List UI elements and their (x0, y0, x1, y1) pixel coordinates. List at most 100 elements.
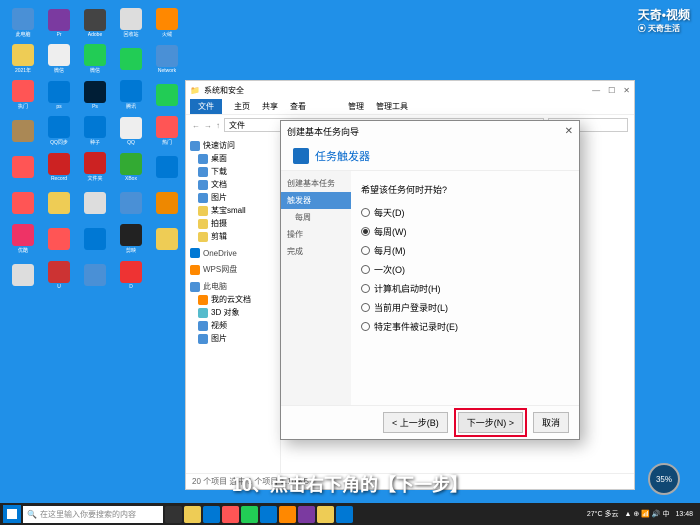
radio-daily[interactable]: 每天(D) (361, 206, 569, 219)
desktop-app-icon[interactable] (41, 185, 77, 221)
tray-icons[interactable]: ▲ ⊕ 📶 🔊 中 (624, 509, 669, 519)
radio-weekly[interactable]: 每周(W) (361, 225, 569, 238)
desktop-app-icon[interactable] (149, 77, 185, 113)
desktop-app-icon[interactable]: 回收站 (113, 5, 149, 41)
desktop-app-icon[interactable]: Record (41, 149, 77, 185)
desktop-app-icon[interactable]: 火绒 (149, 5, 185, 41)
start-button[interactable] (3, 505, 21, 523)
tab-file[interactable]: 文件 (190, 99, 222, 114)
sidebar-onedrive[interactable]: OneDrive (188, 247, 278, 259)
taskbar-app-1[interactable] (165, 506, 182, 523)
sidebar-cloud[interactable]: 我的云文档 (188, 293, 278, 306)
desktop-app-icon[interactable] (5, 113, 41, 149)
step-finish[interactable]: 完成 (281, 243, 351, 260)
step-create-task[interactable]: 创建基本任务 (281, 175, 351, 192)
radio-monthly[interactable]: 每月(M) (361, 244, 569, 257)
sidebar-folder2[interactable]: 拍摄 (188, 217, 278, 230)
taskbar-app-9[interactable] (317, 506, 334, 523)
step-action[interactable]: 操作 (281, 226, 351, 243)
desktop-app-icon[interactable]: 执门 (5, 77, 41, 113)
back-button[interactable]: < 上一步(B) (383, 412, 448, 433)
tab-home[interactable]: 主页 (234, 101, 250, 112)
desktop-app-icon[interactable] (5, 185, 41, 221)
clock[interactable]: 13:48 (675, 511, 693, 518)
desktop-app-icon[interactable]: 文件夹 (77, 149, 113, 185)
taskbar-app-10[interactable] (336, 506, 353, 523)
sidebar-quick-access[interactable]: 快速访问 (188, 139, 278, 152)
sidebar-pictures[interactable]: 图片 (188, 191, 278, 204)
desktop-app-icon[interactable] (5, 149, 41, 185)
nav-forward-icon[interactable]: → (204, 121, 212, 130)
desktop-app-icon[interactable] (5, 257, 41, 293)
desktop-app-icon[interactable] (77, 185, 113, 221)
desktop-app-icon[interactable] (149, 149, 185, 185)
system-tray[interactable]: 27°C 多云 ▲ ⊕ 📶 🔊 中 13:48 (587, 509, 697, 519)
desktop-app-icon[interactable]: 此电脑 (5, 5, 41, 41)
taskbar-app-4[interactable] (222, 506, 239, 523)
sidebar-videos[interactable]: 视频 (188, 319, 278, 332)
maximize-icon[interactable]: ☐ (608, 86, 615, 95)
desktop-app-icon[interactable]: Adobe (77, 5, 113, 41)
weather-widget[interactable]: 27°C 多云 (587, 509, 619, 519)
dialog-close-icon[interactable]: ✕ (565, 126, 573, 137)
desktop-app-icon[interactable]: QQ (113, 113, 149, 149)
desktop-app-icon[interactable]: Ps (77, 77, 113, 113)
desktop-app-icon[interactable]: Pr (41, 5, 77, 41)
radio-once[interactable]: 一次(O) (361, 263, 569, 276)
desktop-app-icon[interactable]: QQ同步 (41, 113, 77, 149)
radio-logon[interactable]: 当前用户登录时(L) (361, 301, 569, 314)
desktop-app-icon[interactable]: 种子 (77, 113, 113, 149)
taskbar-app-3[interactable] (203, 506, 220, 523)
sidebar-this-pc[interactable]: 此电脑 (188, 280, 278, 293)
next-button[interactable]: 下一步(N) > (458, 412, 523, 433)
sidebar-folder1[interactable]: 某宝small (188, 204, 278, 217)
desktop-app-icon[interactable]: 优酷 (5, 221, 41, 257)
dialog-titlebar[interactable]: 创建基本任务向导 ✕ (281, 121, 579, 141)
desktop-app-icon[interactable]: 腾讯 (113, 77, 149, 113)
desktop-app-icon[interactable]: XBox (113, 149, 149, 185)
radio-event[interactable]: 特定事件被记录时(E) (361, 320, 569, 333)
sidebar-pictures2[interactable]: 图片 (188, 332, 278, 345)
desktop-app-icon[interactable] (77, 257, 113, 293)
sidebar-3d[interactable]: 3D 对象 (188, 306, 278, 319)
desktop-app-icon[interactable]: U (41, 257, 77, 293)
taskbar-app-8[interactable] (298, 506, 315, 523)
step-daily[interactable]: 每周 (281, 209, 351, 226)
desktop-app-icon[interactable]: ps (41, 77, 77, 113)
desktop-app-icon[interactable]: 微信 (41, 41, 77, 77)
cancel-button[interactable]: 取消 (533, 412, 569, 433)
taskbar-app-7[interactable] (279, 506, 296, 523)
desktop-app-icon[interactable] (149, 221, 185, 257)
minimize-icon[interactable]: — (592, 86, 600, 95)
tab-manage[interactable]: 管理 (348, 101, 364, 112)
desktop-app-icon[interactable] (113, 185, 149, 221)
explorer-titlebar[interactable]: 📁 系统和安全 — ☐ ✕ (186, 81, 634, 99)
tab-view[interactable]: 查看 (290, 101, 306, 112)
tab-mgtools[interactable]: 管理工具 (376, 101, 408, 112)
desktop-app-icon[interactable] (77, 221, 113, 257)
sidebar-downloads[interactable]: 下载 (188, 165, 278, 178)
nav-up-icon[interactable]: ↑ (216, 121, 220, 130)
desktop-app-icon[interactable] (149, 185, 185, 221)
desktop-app-icon[interactable]: 剪映 (113, 221, 149, 257)
sidebar-desktop[interactable]: 桌面 (188, 152, 278, 165)
step-trigger[interactable]: 触发器 (281, 192, 351, 209)
desktop-app-icon[interactable]: 微信 (77, 41, 113, 77)
taskbar-app-2[interactable] (184, 506, 201, 523)
radio-startup[interactable]: 计算机启动时(H) (361, 282, 569, 295)
close-icon[interactable]: ✕ (623, 86, 630, 95)
sidebar-documents[interactable]: 文档 (188, 178, 278, 191)
desktop-app-icon[interactable]: Network (149, 41, 185, 77)
sidebar-folder3[interactable]: 剪辑 (188, 230, 278, 243)
taskbar-search-input[interactable]: 🔍 在这里输入你要搜索的内容 (23, 506, 163, 523)
tab-share[interactable]: 共享 (262, 101, 278, 112)
desktop-app-icon[interactable]: 热门 (149, 113, 185, 149)
desktop-app-icon[interactable] (113, 41, 149, 77)
taskbar-app-5[interactable] (241, 506, 258, 523)
nav-back-icon[interactable]: ← (192, 121, 200, 130)
desktop-app-icon[interactable]: 2021年 (5, 41, 41, 77)
taskbar-app-6[interactable] (260, 506, 277, 523)
desktop-app-icon[interactable] (41, 221, 77, 257)
sidebar-wps[interactable]: WPS网盘 (188, 263, 278, 276)
desktop-app-icon[interactable]: D (113, 257, 149, 293)
